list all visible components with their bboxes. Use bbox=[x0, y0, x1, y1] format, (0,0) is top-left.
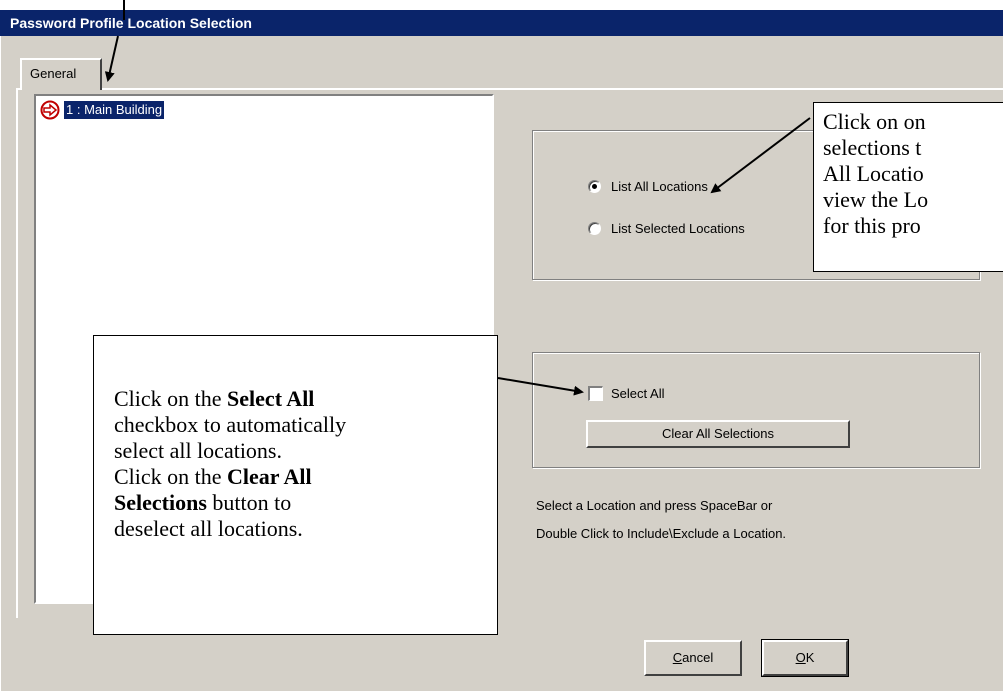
callout-select-line-4: Click on the Clear All bbox=[114, 464, 497, 490]
list-item-label: 1 : Main Building bbox=[62, 100, 166, 120]
callout-select-line-4-text: Click on the bbox=[114, 464, 228, 489]
list-item[interactable]: 1 : Main Building bbox=[40, 99, 166, 121]
callout-select-line-3: select all locations. bbox=[114, 438, 282, 463]
callout-view-line-4: view the Lo bbox=[823, 187, 929, 212]
cancel-accel-key: C bbox=[672, 650, 683, 665]
ok-accel-key: O bbox=[795, 650, 806, 665]
callout-select-line-6: deselect all locations. bbox=[114, 516, 303, 541]
callout-view-line-2: selections t bbox=[823, 135, 922, 160]
callout-select-line-1-bold: Select All bbox=[227, 386, 315, 411]
callout-select-line-1: Click on the Select All bbox=[114, 386, 497, 412]
callout-select-line-5-text: button to bbox=[206, 490, 292, 515]
callout-select-line-1-text: Click on the bbox=[114, 386, 228, 411]
callout-view-line-5: for this pro bbox=[823, 213, 921, 238]
callout-select-line-5: Selections button to bbox=[114, 490, 497, 516]
callout-select-line-4-bold: Clear All bbox=[227, 464, 312, 489]
callout-select-line-5-bold: Selections bbox=[114, 490, 207, 515]
tab-general[interactable]: General bbox=[20, 58, 102, 90]
window-title: Password Profile Location Selection bbox=[0, 10, 1003, 36]
cancel-label-post: ancel bbox=[682, 650, 714, 665]
ok-button[interactable]: OK bbox=[761, 639, 849, 677]
cancel-button[interactable]: Cancel bbox=[644, 640, 742, 676]
location-arrow-icon bbox=[40, 100, 60, 120]
callout-select-all: Click on the Select All checkbox to auto… bbox=[93, 335, 498, 635]
callout-select-line-2: checkbox to automatically bbox=[114, 412, 347, 437]
callout-view-line-3: All Locatio bbox=[823, 161, 924, 186]
callout-view-options: Click on on selections t All Locatio vie… bbox=[813, 102, 1003, 272]
ok-label-post: K bbox=[805, 650, 815, 665]
callout-view-line-1: Click on on bbox=[823, 109, 926, 134]
